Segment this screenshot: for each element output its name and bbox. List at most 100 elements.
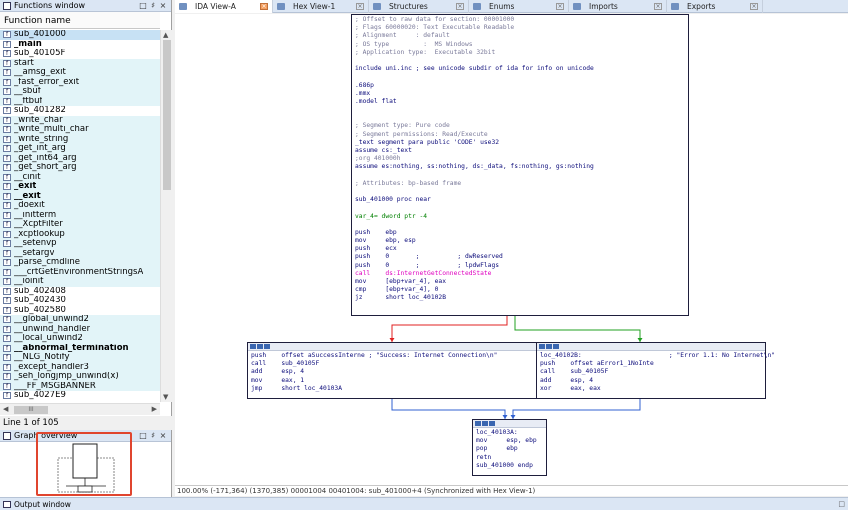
- function-list-item[interactable]: f _get_short_arg: [0, 163, 160, 173]
- function-list-item[interactable]: f __NLG_Notify: [0, 353, 160, 363]
- asm-line[interactable]: call ds:InternetGetConnectedState: [355, 270, 685, 278]
- asm-line[interactable]: [355, 114, 685, 122]
- asm-line[interactable]: pop ebp: [476, 445, 543, 453]
- tab-ida-view-a[interactable]: IDA View-A ×: [175, 0, 273, 13]
- tab-hex-view-1[interactable]: Hex View-1 ×: [273, 0, 369, 13]
- asm-line[interactable]: ;org 401000h: [355, 155, 685, 163]
- tab-close-icon[interactable]: ×: [556, 3, 564, 10]
- scroll-thumb[interactable]: III: [14, 406, 48, 414]
- asm-line[interactable]: ; Segment permissions: Read/Execute: [355, 131, 685, 139]
- scroll-right-arrow-icon[interactable]: ▶: [152, 405, 157, 413]
- asm-line[interactable]: [355, 57, 685, 65]
- function-name-column-header[interactable]: Function name: [0, 12, 160, 29]
- function-list-item[interactable]: f _except_handler3: [0, 362, 160, 372]
- function-list-item[interactable]: f __sbuf: [0, 87, 160, 97]
- function-list-item[interactable]: f __unwind_handler: [0, 324, 160, 334]
- asm-line[interactable]: mov [ebp+var_4], eax: [355, 278, 685, 286]
- function-list-item[interactable]: f __abnormal_termination: [0, 343, 160, 353]
- asm-line[interactable]: push 0 ; ; dwReserved: [355, 253, 685, 261]
- function-list-item[interactable]: f sub_402408: [0, 287, 160, 297]
- pin-button[interactable]: ♯: [148, 1, 158, 10]
- function-list-item[interactable]: f sub_401000: [0, 30, 160, 40]
- asm-line[interactable]: call sub_40105F: [251, 360, 533, 368]
- asm-line[interactable]: retn: [476, 454, 543, 462]
- asm-line[interactable]: [355, 204, 685, 212]
- scroll-left-arrow-icon[interactable]: ◀: [3, 405, 8, 413]
- tab-structures[interactable]: Structures ×: [369, 0, 469, 13]
- function-list-item[interactable]: f _get_int_arg: [0, 144, 160, 154]
- tab-close-icon[interactable]: ×: [654, 3, 662, 10]
- block-tool-icon[interactable]: [539, 344, 545, 349]
- main-code-block[interactable]: ; Offset to raw data for section: 000010…: [351, 14, 689, 316]
- function-list-item[interactable]: f _get_int64_arg: [0, 153, 160, 163]
- asm-line[interactable]: ; Alignment : default: [355, 32, 685, 40]
- function-list-item[interactable]: f _exit: [0, 182, 160, 192]
- block-header[interactable]: [473, 420, 546, 428]
- function-list-item[interactable]: f __initterm: [0, 210, 160, 220]
- asm-line[interactable]: sub_401000 endp: [476, 462, 543, 470]
- function-list-item[interactable]: f _write_multi_char: [0, 125, 160, 135]
- tab-close-icon[interactable]: ×: [260, 3, 268, 10]
- function-list-item[interactable]: f ___crtGetEnvironmentStringsA: [0, 267, 160, 277]
- tab-close-icon[interactable]: ×: [356, 3, 364, 10]
- function-list-item[interactable]: f sub_402430: [0, 296, 160, 306]
- block-tool-icon[interactable]: [482, 421, 488, 426]
- asm-line[interactable]: var_4= dword ptr -4: [355, 213, 685, 221]
- block-tool-icon[interactable]: [257, 344, 263, 349]
- function-list-item[interactable]: f ___FF_MSGBANNER: [0, 381, 160, 391]
- asm-line[interactable]: loc_40103A:: [476, 429, 543, 437]
- asm-line[interactable]: assume es:nothing, ss:nothing, ds:_data,…: [355, 163, 685, 171]
- function-list-item[interactable]: f _xcptlookup: [0, 229, 160, 239]
- restore-button[interactable]: □: [138, 1, 148, 10]
- asm-line[interactable]: jmp short loc_40103A: [251, 385, 533, 393]
- function-list-item[interactable]: f __ioinit: [0, 277, 160, 287]
- function-list-item[interactable]: f __setenvp: [0, 239, 160, 249]
- function-list-item[interactable]: f __global_unwind2: [0, 315, 160, 325]
- function-list-item[interactable]: f __setargv: [0, 248, 160, 258]
- function-list-item[interactable]: f __cinit: [0, 172, 160, 182]
- function-list-item[interactable]: f sub_40105F: [0, 49, 160, 59]
- tab-close-icon[interactable]: ×: [750, 3, 758, 10]
- function-list-item[interactable]: f _write_string: [0, 134, 160, 144]
- asm-line[interactable]: push offset aSuccessInterne ; "Success: …: [251, 352, 533, 360]
- tab-imports[interactable]: Imports ×: [569, 0, 667, 13]
- block-header[interactable]: [248, 343, 536, 351]
- asm-line[interactable]: add esp, 4: [540, 377, 762, 385]
- asm-line[interactable]: [355, 221, 685, 229]
- function-list-item[interactable]: f __exit: [0, 191, 160, 201]
- function-list-item[interactable]: f _doexit: [0, 201, 160, 211]
- asm-line[interactable]: cmp [ebp+var_4], 0: [355, 286, 685, 294]
- asm-line[interactable]: call sub_40105F: [540, 368, 762, 376]
- success-code-block[interactable]: push offset aSuccessInterne ; "Success: …: [247, 342, 537, 399]
- tab-close-icon[interactable]: ×: [456, 3, 464, 10]
- asm-line[interactable]: ; Offset to raw data for section: 000010…: [355, 16, 685, 24]
- output-window-bar[interactable]: Output window □: [0, 497, 848, 510]
- function-list-item[interactable]: f __amsg_exit: [0, 68, 160, 78]
- error-code-block[interactable]: loc_40102B: ; "Error 1.1: No Internet\n"…: [536, 342, 775, 399]
- asm-line[interactable]: push offset aError1_1NoInte: [540, 360, 762, 368]
- block-tool-icon[interactable]: [250, 344, 256, 349]
- asm-line[interactable]: mov ebp, esp: [355, 237, 685, 245]
- asm-line[interactable]: ; Application type: Executable 32bit: [355, 49, 685, 57]
- asm-line[interactable]: push ebp: [355, 229, 685, 237]
- tab-exports[interactable]: Exports ×: [667, 0, 763, 13]
- function-list-item[interactable]: f __local_unwind2: [0, 334, 160, 344]
- scroll-thumb[interactable]: [163, 40, 171, 190]
- asm-line[interactable]: jz short loc_40102B: [355, 294, 685, 302]
- exit-code-block[interactable]: loc_40103A: mov esp, ebp pop ebp retn sub_40…: [472, 419, 547, 476]
- function-list-item[interactable]: f _write_char: [0, 115, 160, 125]
- asm-line[interactable]: .model flat: [355, 98, 685, 106]
- function-list-item[interactable]: f sub_4027E9: [0, 391, 160, 401]
- asm-line[interactable]: .mmx: [355, 90, 685, 98]
- asm-line[interactable]: ; Attributes: bp-based frame: [355, 180, 685, 188]
- function-list-item[interactable]: f __XcptFilter: [0, 220, 160, 230]
- block-tool-icon[interactable]: [553, 344, 559, 349]
- restore-button[interactable]: □: [838, 500, 845, 508]
- asm-line[interactable]: add esp, 4: [251, 368, 533, 376]
- close-button[interactable]: ×: [158, 431, 168, 440]
- restore-button[interactable]: □: [138, 431, 148, 440]
- function-list-item[interactable]: f sub_401282: [0, 106, 160, 116]
- scroll-down-arrow-icon[interactable]: ▼: [163, 393, 168, 401]
- function-list-item[interactable]: f start: [0, 58, 160, 68]
- block-tool-icon[interactable]: [264, 344, 270, 349]
